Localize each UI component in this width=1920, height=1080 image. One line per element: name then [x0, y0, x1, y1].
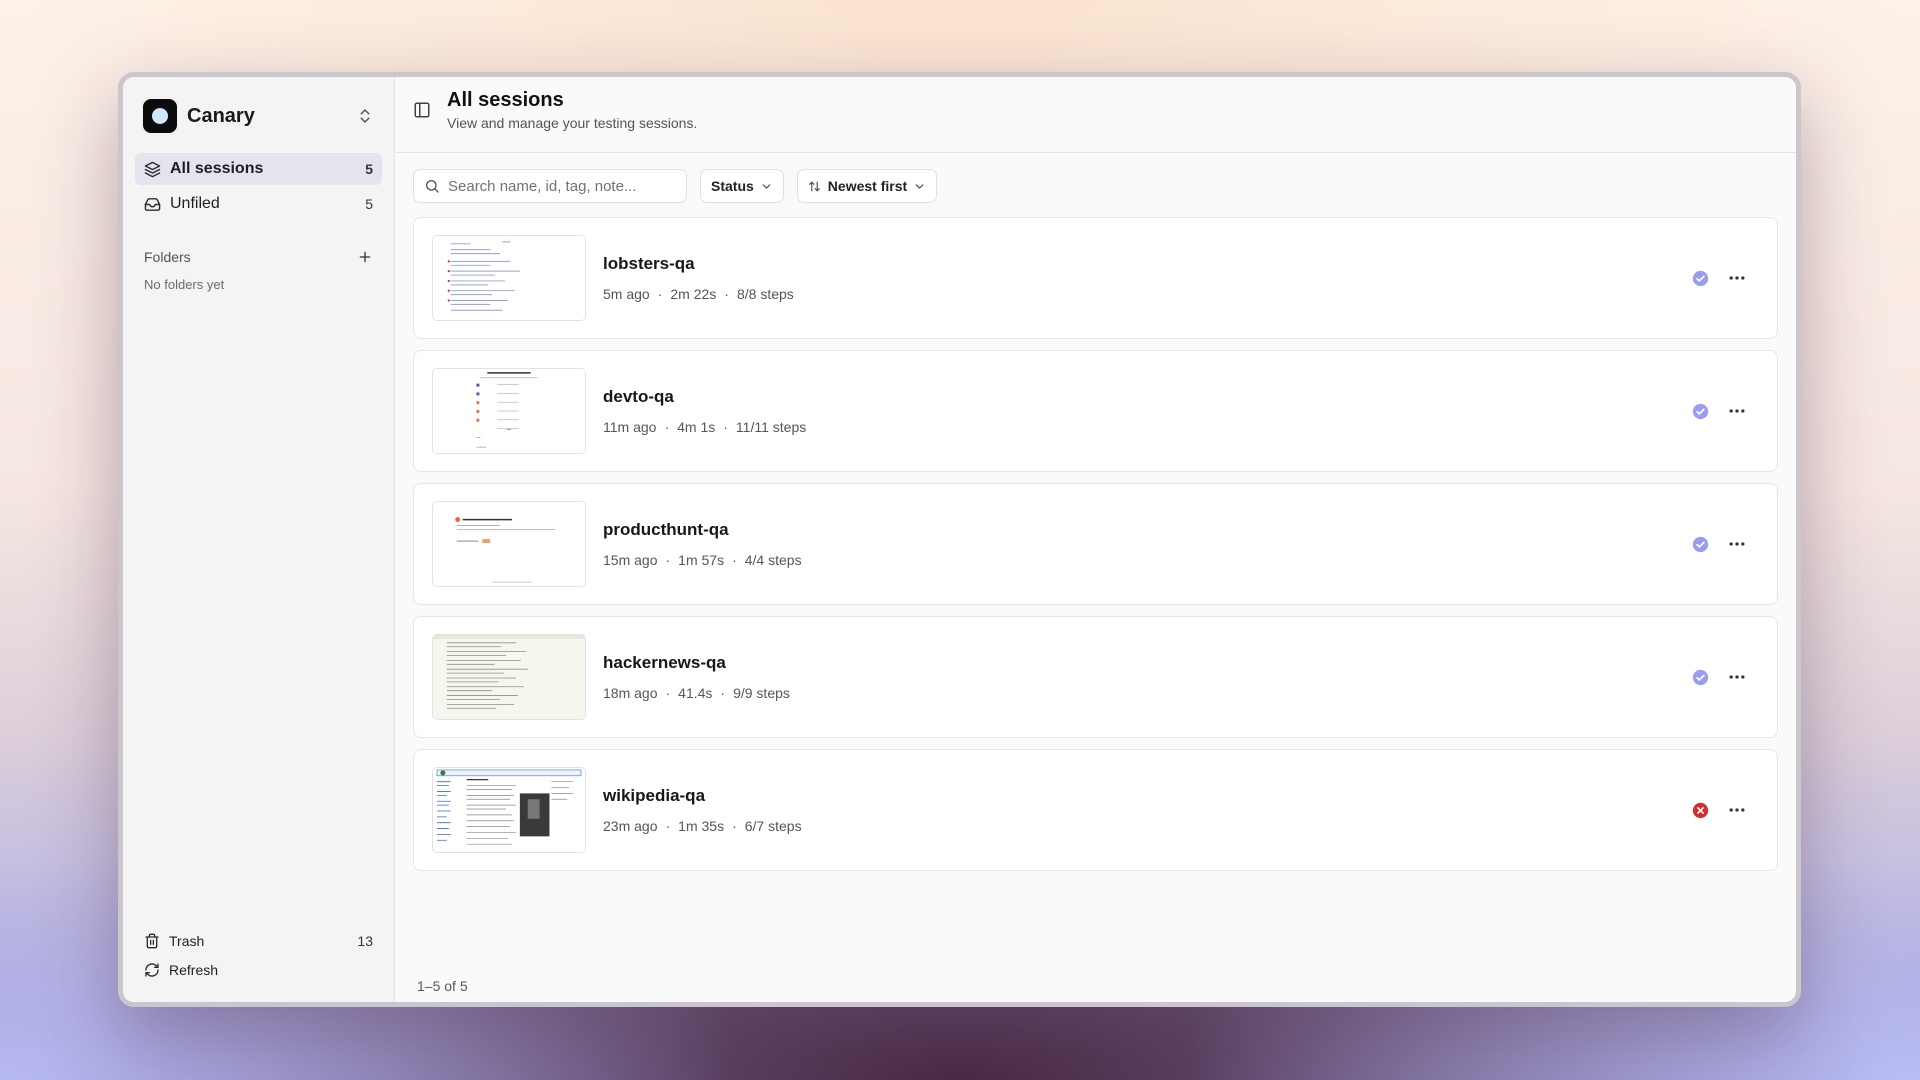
session-row[interactable]: wikipedia-qa 23m ago · 1m 35s · 6/7 steps	[413, 749, 1778, 871]
session-name: lobsters-qa	[603, 254, 695, 273]
app-window: Canary All sessions 5 Unfiled 5 Folders …	[118, 72, 1801, 1007]
session-thumbnail	[432, 501, 586, 587]
session-thumbnail	[432, 368, 586, 454]
error-circle-icon	[1692, 802, 1709, 818]
app-name: Canary	[187, 104, 255, 127]
refresh-button[interactable]: Refresh	[135, 955, 382, 984]
search-box	[413, 169, 687, 203]
more-options-icon[interactable]	[1727, 268, 1747, 288]
sidebar-nav: All sessions 5 Unfiled 5	[135, 153, 382, 220]
session-name: devto-qa	[603, 387, 674, 406]
page-header: All sessions View and manage your testin…	[395, 77, 1796, 153]
session-duration: 1m 57s	[678, 552, 725, 568]
folders-header: Folders	[135, 246, 382, 268]
sidebar-item-label: Unfiled	[170, 195, 220, 212]
session-duration: 2m 22s	[670, 286, 717, 302]
sidebar-toggle-icon[interactable]	[413, 101, 431, 119]
status-filter-dropdown[interactable]: Status	[700, 169, 784, 203]
sidebar-item-all-sessions[interactable]: All sessions 5	[135, 153, 382, 185]
page-subtitle: View and manage your testing sessions.	[447, 115, 698, 131]
session-info: producthunt-qa 15m ago · 1m 57s · 4/4 steps	[603, 520, 1692, 568]
session-age: 11m ago	[603, 419, 657, 435]
session-steps: 4/4 steps	[744, 552, 802, 568]
session-meta: 15m ago · 1m 57s · 4/4 steps	[603, 552, 802, 568]
page-title: All sessions	[447, 89, 564, 111]
session-age: 23m ago	[603, 818, 658, 834]
session-meta: 18m ago · 41.4s · 9/9 steps	[603, 685, 790, 701]
session-age: 15m ago	[603, 552, 658, 568]
chevron-down-icon	[762, 183, 771, 189]
session-meta: 11m ago · 4m 1s · 11/11 steps	[603, 419, 807, 435]
session-duration: 4m 1s	[677, 419, 716, 435]
session-info: wikipedia-qa 23m ago · 1m 35s · 6/7 steps	[603, 786, 1692, 834]
more-options-icon[interactable]	[1727, 800, 1747, 820]
session-row[interactable]: lobsters-qa 5m ago · 2m 22s · 8/8 steps	[413, 217, 1778, 339]
session-info: hackernews-qa 18m ago · 41.4s · 9/9 steps	[603, 653, 1692, 701]
session-duration: 41.4s	[678, 685, 713, 701]
sort-dropdown[interactable]: Newest first	[796, 169, 938, 203]
toolbar: Status Newest first	[395, 169, 1796, 203]
session-steps: 8/8 steps	[736, 286, 794, 302]
sidebar-item-label: Refresh	[169, 961, 219, 978]
session-meta: 5m ago · 2m 22s · 8/8 steps	[603, 286, 794, 302]
inbox-icon	[144, 197, 161, 211]
session-name: producthunt-qa	[603, 520, 729, 539]
folders-empty-text: No folders yet	[144, 277, 225, 292]
session-steps: 9/9 steps	[733, 685, 790, 701]
trash-icon	[145, 933, 159, 948]
session-duration: 1m 35s	[678, 818, 725, 834]
session-info: devto-qa 11m ago · 4m 1s · 11/11 steps	[603, 387, 1692, 435]
pagination-info: 1–5 of 5	[417, 978, 468, 994]
session-info: lobsters-qa 5m ago · 2m 22s · 8/8 steps	[603, 254, 1692, 302]
session-age: 18m ago	[603, 685, 658, 701]
search-input[interactable]	[448, 177, 676, 195]
sort-label: Newest first	[827, 178, 908, 194]
sidebar-item-count: 5	[365, 161, 373, 177]
check-circle-icon	[1692, 403, 1709, 419]
sidebar: Canary All sessions 5 Unfiled 5 Folders …	[123, 77, 395, 1002]
session-name: wikipedia-qa	[603, 786, 706, 805]
status-filter-label: Status	[711, 178, 754, 194]
session-name: hackernews-qa	[603, 653, 726, 672]
header-titles: All sessions View and manage your testin…	[447, 89, 697, 131]
folders-label: Folders	[144, 249, 191, 265]
sidebar-item-count: 5	[365, 196, 373, 212]
sidebar-item-unfiled[interactable]: Unfiled 5	[135, 188, 382, 220]
sidebar-footer: Trash 13 Refresh	[135, 926, 382, 984]
sidebar-item-label: Trash	[169, 932, 205, 949]
app-logo	[143, 99, 177, 133]
more-options-icon[interactable]	[1727, 401, 1747, 421]
layers-icon	[144, 161, 161, 177]
session-row[interactable]: devto-qa 11m ago · 4m 1s · 11/11 steps	[413, 350, 1778, 472]
chevrons-up-down-icon	[360, 109, 370, 123]
sidebar-item-count: 13	[357, 932, 373, 949]
session-list: lobsters-qa 5m ago·2m 22s·8/8 steps	[395, 217, 1796, 871]
session-thumbnail	[432, 235, 586, 321]
session-row[interactable]: producthunt-qa 15m ago · 1m 57s · 4/4 steps	[413, 483, 1778, 605]
session-thumbnail	[432, 634, 586, 720]
workspace-switcher[interactable]: Canary	[135, 97, 382, 135]
check-circle-icon	[1692, 669, 1709, 685]
refresh-icon	[145, 962, 159, 977]
check-circle-icon	[1692, 270, 1709, 286]
sidebar-item-trash[interactable]: Trash 13	[135, 926, 382, 955]
session-row[interactable]: hackernews-qa 18m ago · 41.4s · 9/9 steps	[413, 616, 1778, 738]
more-options-icon[interactable]	[1727, 667, 1747, 687]
check-circle-icon	[1692, 536, 1709, 552]
chevron-down-icon	[915, 183, 924, 189]
session-meta: 23m ago · 1m 35s · 6/7 steps	[603, 818, 802, 834]
more-options-icon[interactable]	[1727, 534, 1747, 554]
search-icon	[426, 180, 439, 193]
sort-icon	[808, 181, 820, 191]
sidebar-item-label: All sessions	[170, 160, 264, 177]
add-folder-icon[interactable]	[357, 249, 373, 265]
session-thumbnail	[432, 767, 586, 853]
main-panel: All sessions View and manage your testin…	[395, 77, 1796, 1002]
session-steps: 11/11 steps	[735, 419, 807, 435]
session-age: 5m ago	[603, 286, 650, 302]
session-steps: 6/7 steps	[744, 818, 802, 834]
